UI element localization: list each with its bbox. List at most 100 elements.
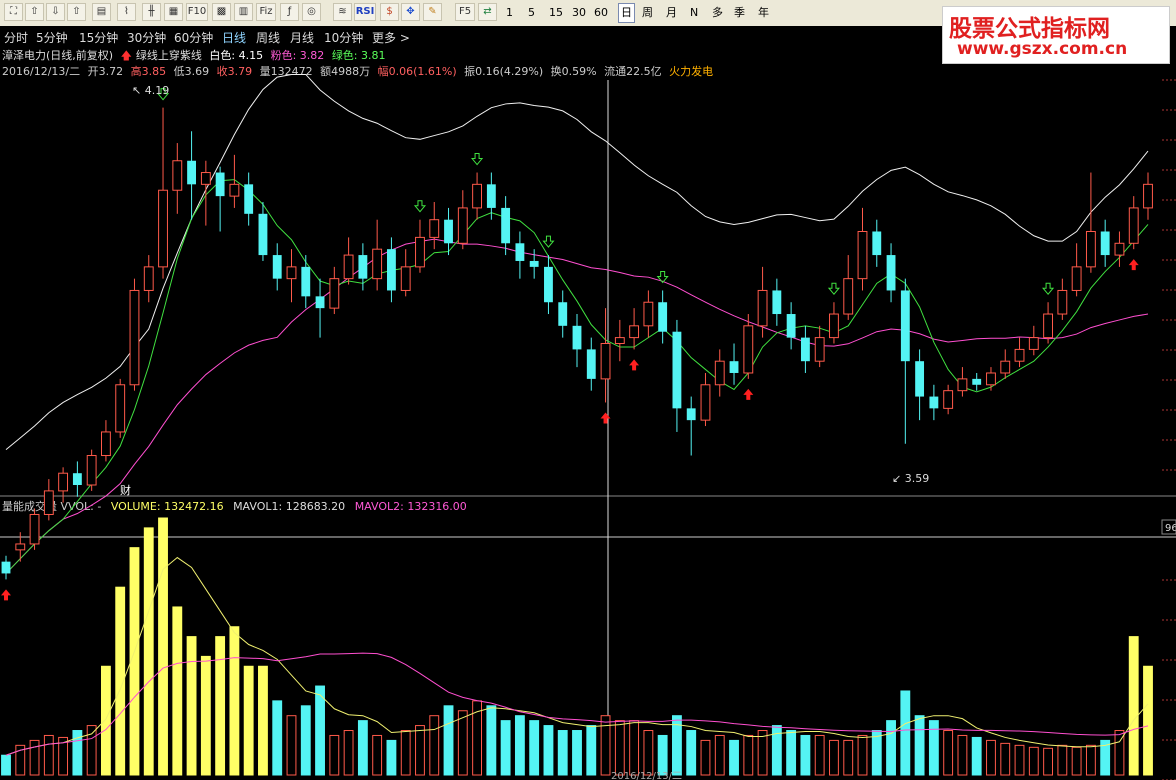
candle-body [872, 231, 882, 256]
buy-arrow-icon [629, 359, 640, 371]
candle-body [286, 266, 297, 280]
candle-body [229, 183, 240, 197]
volume-bar [172, 606, 183, 776]
volume-bar [857, 734, 868, 776]
volume-bar [372, 734, 383, 776]
candle-body [272, 255, 282, 279]
volume-bar [829, 739, 839, 776]
candle-body [972, 378, 982, 385]
candle-body [215, 172, 225, 197]
sell-arrow-icon [1042, 282, 1055, 296]
candle-body [857, 230, 868, 280]
volume-bar [557, 730, 568, 776]
candle-body [700, 384, 711, 421]
volume-bar [643, 730, 654, 776]
candle-body [386, 249, 396, 291]
candle-body [486, 184, 496, 208]
volume-bar [357, 720, 368, 776]
volume-bar [971, 736, 982, 776]
volume-bar [329, 734, 340, 776]
volume-bar [443, 705, 454, 776]
volume-bar [843, 739, 854, 776]
volume-bar [871, 730, 882, 776]
candle-body [729, 361, 739, 373]
candle-body [672, 331, 682, 409]
buy-arrow-icon [1, 589, 11, 601]
candle-body [1028, 337, 1039, 350]
candle-body [329, 278, 340, 309]
sell-arrow-icon [413, 200, 427, 213]
sell-arrow-icon [471, 153, 484, 166]
candle-body [72, 473, 82, 485]
volume-bar [900, 690, 911, 776]
volume-bar [1028, 746, 1039, 776]
volume-bar [629, 720, 640, 776]
volume-bar [743, 734, 754, 776]
sell-arrow-icon [542, 235, 555, 248]
candle-body [143, 266, 154, 291]
volume-bar [657, 734, 668, 776]
volume-bar [258, 665, 268, 776]
volume-bar [714, 734, 725, 776]
candle-body [529, 260, 539, 267]
volume-bar [386, 739, 397, 776]
volume-bar [572, 730, 582, 776]
volume-bar [986, 739, 996, 776]
volume-bar [158, 517, 168, 776]
volume-bar [486, 705, 497, 776]
volume-bar [1043, 747, 1054, 776]
candle-body [714, 360, 725, 386]
candle-body [629, 325, 640, 339]
volume-bar [814, 734, 825, 776]
volume-bar [1057, 744, 1068, 776]
volume-bar [729, 739, 739, 776]
candle-body [829, 313, 839, 339]
date-axis-label: 2016/12/13/二 [611, 771, 682, 780]
candle-body [786, 314, 796, 338]
volume-bar [1, 754, 11, 776]
volume-bar [343, 730, 354, 776]
candle-body [1, 561, 11, 574]
candle-body [358, 255, 368, 279]
volume-bar [586, 725, 597, 776]
candle-body [643, 301, 654, 327]
volume-bar [86, 725, 97, 776]
candle-body [614, 337, 625, 345]
volume-bar [614, 720, 625, 776]
candle-body [100, 431, 111, 457]
volume-bar [457, 710, 468, 776]
low-annotation: ↙ 3.59 [892, 472, 929, 485]
candle-body [187, 160, 197, 185]
volume-bar [143, 527, 154, 776]
volume-bar [315, 685, 325, 776]
candle-body [1128, 207, 1139, 244]
candle-body [258, 213, 268, 256]
candle-body [544, 266, 553, 303]
candle-body [372, 248, 383, 280]
kline-chart[interactable]: ↖ 4.19 ↙ 3.59 财 96 2016/12/13/二 [0, 0, 1176, 780]
candle-body [1071, 266, 1082, 291]
candle-body [943, 390, 954, 409]
volume-bar [1014, 744, 1025, 776]
buy-arrow-icon [1128, 259, 1139, 271]
volume-bar [943, 730, 954, 776]
candle-body [301, 266, 311, 297]
volume-bar [243, 665, 254, 776]
candle-body [586, 349, 596, 379]
candle-body [315, 296, 325, 309]
buy-arrow-icon [743, 388, 754, 400]
candle-body [957, 378, 968, 392]
candle-body [1057, 289, 1068, 315]
candle-body [158, 189, 168, 268]
volume-bar [229, 626, 240, 776]
volume-bar [29, 739, 40, 776]
candle-body [515, 243, 525, 261]
candle-body [986, 372, 996, 386]
candle-body [772, 290, 782, 315]
volume-bar [272, 700, 283, 776]
candle-body [757, 289, 768, 327]
volume-scale-label: 96 [1165, 523, 1176, 534]
volume-bar [1143, 665, 1153, 776]
volume-bar [543, 725, 554, 776]
volume-bar [415, 725, 425, 776]
